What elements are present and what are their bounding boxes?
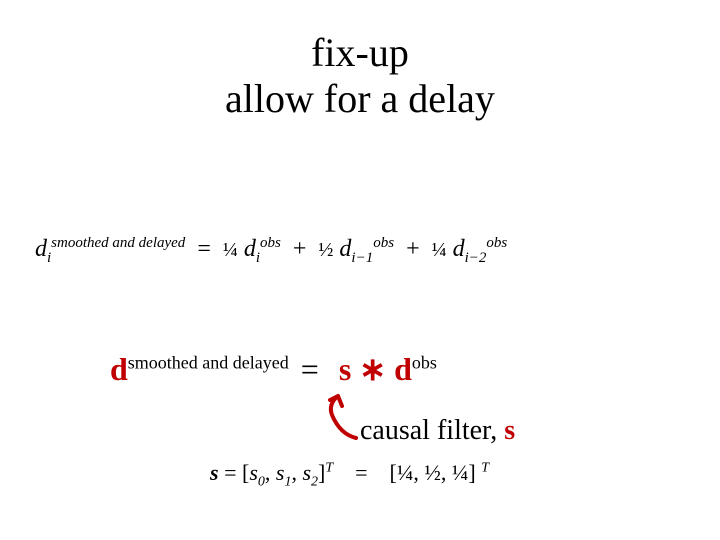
causal-text: causal filter, bbox=[360, 415, 504, 446]
eq1-d-obs-3: d bbox=[453, 236, 465, 262]
equation-convolution: dsmoothed and delayed = s ∗ dobs bbox=[110, 350, 437, 388]
slide: fix-up allow for a delay dismoothed and … bbox=[0, 0, 720, 540]
eq3-q14b: ¼ bbox=[452, 460, 469, 485]
eq2-sup-obs: obs bbox=[412, 352, 437, 372]
equation-smoothed-expanded: dismoothed and delayed = ¼ diobs + ½ di−… bbox=[35, 235, 507, 267]
eq3-s2-sub: 2 bbox=[311, 474, 318, 489]
eq1-sub-im1: i−1 bbox=[351, 250, 373, 266]
eq3-q14a: ¼ bbox=[397, 460, 414, 485]
eq3-s0: s bbox=[249, 460, 258, 485]
eq3-comma4: , bbox=[441, 460, 452, 485]
eq3-comma1: , bbox=[265, 460, 276, 485]
eq1-half: ½ bbox=[318, 239, 333, 261]
equation-s-vector: s = [s0, s1, s2]T = [¼, ½, ¼] T bbox=[210, 460, 489, 490]
eq2-d: d bbox=[110, 351, 128, 387]
eq3-lb2: [ bbox=[390, 460, 397, 485]
eq1-sup-obs-3: obs bbox=[486, 235, 507, 251]
eq3-T1: T bbox=[325, 461, 333, 476]
eq3-eq1: = bbox=[224, 460, 236, 485]
eq1-d: d bbox=[35, 236, 47, 262]
eq1-sup-obs-2: obs bbox=[373, 235, 394, 251]
eq3-rb2: ] bbox=[468, 460, 475, 485]
eq3-q12: ½ bbox=[424, 460, 441, 485]
eq1-plus-1: + bbox=[287, 236, 313, 262]
eq2-equals: = bbox=[297, 351, 323, 387]
eq1-sub-i: i bbox=[47, 250, 51, 266]
slide-title: fix-up allow for a delay bbox=[0, 30, 720, 122]
eq3-s2: s bbox=[302, 460, 311, 485]
eq3-T2: T bbox=[481, 461, 489, 476]
causal-filter-label: causal filter, s bbox=[360, 415, 515, 447]
eq2-conv: ∗ bbox=[359, 351, 386, 387]
eq1-quarter-1: ¼ bbox=[223, 239, 238, 261]
causal-s: s bbox=[504, 415, 515, 446]
eq3-comma2: , bbox=[291, 460, 302, 485]
eq2-sup-smoothed: smoothed and delayed bbox=[128, 352, 289, 372]
eq2-d-obs: d bbox=[394, 351, 412, 387]
title-line-2: allow for a delay bbox=[225, 76, 495, 121]
eq1-sup-smoothed: smoothed and delayed bbox=[51, 235, 185, 251]
eq3-comma3: , bbox=[413, 460, 424, 485]
eq1-d-obs-2: d bbox=[339, 236, 351, 262]
eq1-sub-i-1: i bbox=[256, 250, 260, 266]
eq3-s: s bbox=[210, 460, 219, 485]
eq2-s: s bbox=[339, 351, 351, 387]
eq3-eq2: = bbox=[355, 460, 367, 485]
eq1-equals: = bbox=[191, 236, 217, 262]
eq1-sup-obs-1: obs bbox=[260, 235, 281, 251]
eq3-s0-sub: 0 bbox=[258, 474, 265, 489]
eq1-quarter-2: ¼ bbox=[432, 239, 447, 261]
eq1-d-obs-1: d bbox=[244, 236, 256, 262]
eq1-sub-im2: i−2 bbox=[465, 250, 487, 266]
eq1-plus-2: + bbox=[400, 236, 426, 262]
title-line-1: fix-up bbox=[311, 30, 409, 75]
